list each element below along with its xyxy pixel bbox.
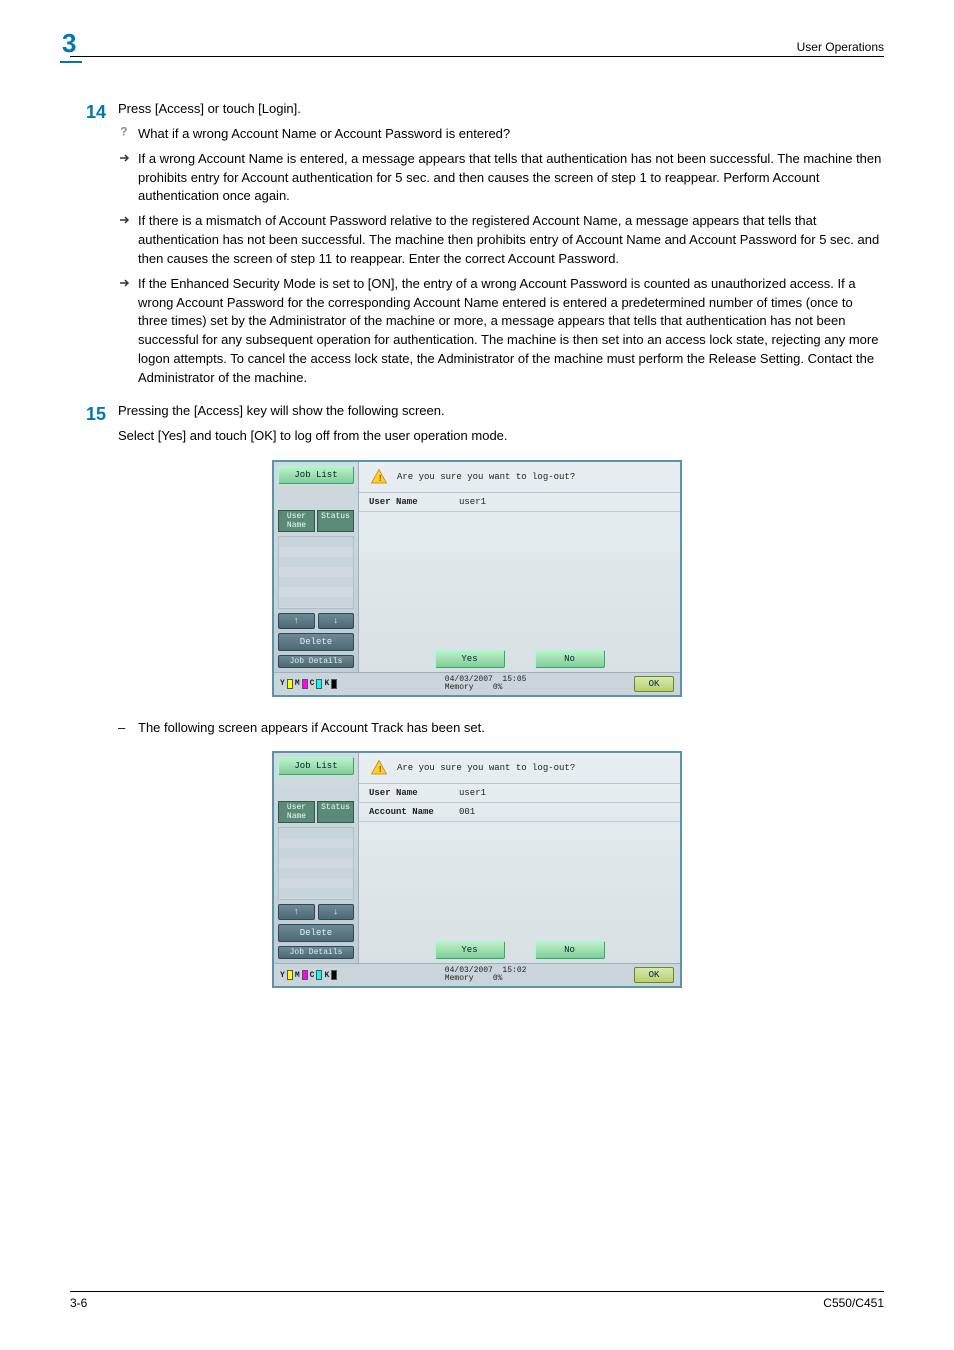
page-number: 3-6: [70, 1296, 87, 1310]
ok-button[interactable]: OK: [634, 676, 674, 692]
bullet-text: If the Enhanced Security Mode is set to …: [138, 275, 884, 388]
scroll-up-button[interactable]: ↑: [278, 904, 315, 920]
delete-button[interactable]: Delete: [278, 633, 354, 651]
toner-levels: Y M C K: [280, 679, 337, 689]
logout-dialog-screenshot-1: Job List User Name Status ↑ ↓ Delete Job…: [272, 460, 682, 697]
user-name-value: user1: [459, 497, 486, 507]
svg-text:!: !: [378, 765, 383, 775]
warning-icon: !: [369, 468, 389, 486]
question-icon: ?: [118, 125, 138, 144]
user-tab[interactable]: User Name: [278, 801, 315, 823]
status-datetime: 04/03/2007 15:02 Memory 0%: [445, 967, 527, 983]
logout-dialog-screenshot-2: Job List User Name Status ↑ ↓ Delete Job…: [272, 751, 682, 988]
job-list-area: [278, 827, 354, 900]
dash-icon: –: [118, 719, 138, 738]
account-name-value: 001: [459, 807, 475, 817]
logout-prompt: Are you sure you want to log-out?: [397, 472, 575, 482]
step-14: 14 Press [Access] or touch [Login]. ? Wh…: [70, 100, 884, 394]
step-number: 14: [70, 100, 118, 394]
user-tab[interactable]: User Name: [278, 510, 315, 532]
scroll-down-button[interactable]: ↓: [318, 613, 355, 629]
step-line2: Select [Yes] and touch [OK] to log off f…: [118, 427, 884, 446]
no-button[interactable]: No: [535, 941, 605, 959]
arrow-icon: [118, 275, 138, 388]
note-row: – The following screen appears if Accoun…: [70, 715, 884, 744]
header-rule: [70, 56, 884, 57]
account-name-label: Account Name: [369, 807, 459, 817]
bullet-text: If a wrong Account Name is entered, a me…: [138, 150, 884, 207]
svg-text:!: !: [378, 473, 383, 483]
job-list-button[interactable]: Job List: [278, 466, 354, 484]
section-title: User Operations: [797, 40, 884, 54]
ok-button[interactable]: OK: [634, 967, 674, 983]
chapter-number: 3: [60, 28, 82, 63]
job-details-button[interactable]: Job Details: [278, 655, 354, 668]
job-list-button[interactable]: Job List: [278, 757, 354, 775]
warning-icon: !: [369, 759, 389, 777]
yes-button[interactable]: Yes: [435, 941, 505, 959]
toner-levels: Y M C K: [280, 970, 337, 980]
scroll-down-button[interactable]: ↓: [318, 904, 355, 920]
user-name-label: User Name: [369, 788, 459, 798]
job-list-area: [278, 536, 354, 609]
arrow-icon: [118, 212, 138, 269]
scroll-up-button[interactable]: ↑: [278, 613, 315, 629]
step-15: 15 Pressing the [Access] key will show t…: [70, 402, 884, 452]
bullet-text: If there is a mismatch of Account Passwo…: [138, 212, 884, 269]
question-text: What if a wrong Account Name or Account …: [138, 125, 884, 144]
status-tab[interactable]: Status: [317, 801, 354, 823]
no-button[interactable]: No: [535, 650, 605, 668]
step-number: 15: [70, 402, 118, 452]
status-tab[interactable]: Status: [317, 510, 354, 532]
logout-prompt: Are you sure you want to log-out?: [397, 763, 575, 773]
model-number: C550/C451: [823, 1296, 884, 1310]
note-text: The following screen appears if Account …: [138, 719, 884, 738]
step-intro: Press [Access] or touch [Login].: [118, 100, 884, 119]
user-name-value: user1: [459, 788, 486, 798]
job-details-button[interactable]: Job Details: [278, 946, 354, 959]
svg-text:?: ?: [120, 125, 127, 138]
arrow-icon: [118, 150, 138, 207]
status-datetime: 04/03/2007 15:05 Memory 0%: [445, 676, 527, 692]
yes-button[interactable]: Yes: [435, 650, 505, 668]
user-name-label: User Name: [369, 497, 459, 507]
step-line1: Pressing the [Access] key will show the …: [118, 402, 884, 421]
delete-button[interactable]: Delete: [278, 924, 354, 942]
